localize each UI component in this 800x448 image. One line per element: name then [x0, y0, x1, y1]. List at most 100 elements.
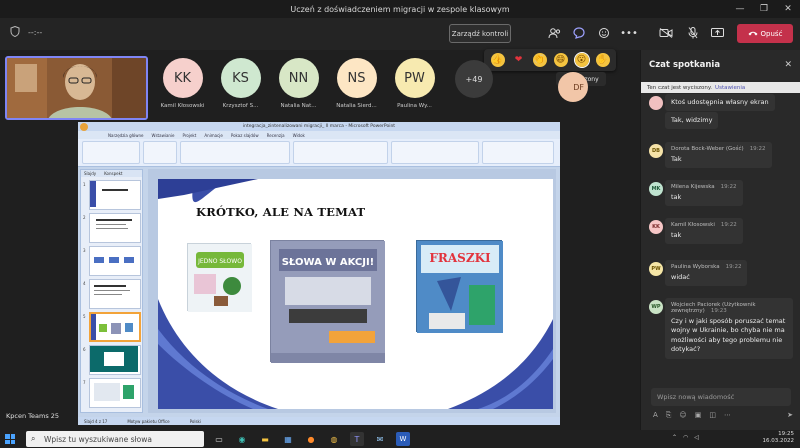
reaction-heart-icon[interactable]: ❤ [512, 53, 526, 67]
sender-name: Kamil Kłosowski [671, 222, 715, 228]
thumb-number: 4 [83, 281, 86, 286]
leave-label: Opuść [760, 29, 783, 38]
chevron-up-icon[interactable]: ⌃ [672, 434, 677, 441]
self-video-tile[interactable] [5, 56, 148, 120]
book-cover-fraszki: FRASZKI [416, 240, 503, 333]
participant-tile[interactable]: KK Kamil Kłosowski [160, 58, 205, 118]
gif-icon[interactable]: ▣ [695, 411, 702, 420]
network-icon[interactable]: ◠ [683, 434, 688, 441]
window-titlebar: Uczeń z doświadczeniem migracji w zespol… [0, 0, 800, 18]
message-text: Tak, widzimy [671, 116, 713, 124]
format-icon[interactable]: A [653, 411, 658, 420]
participant-name: Kamil Kłosowski [160, 103, 205, 109]
ppt-window-title: integracja_zintenalizowani migracji_ II … [242, 124, 396, 129]
minimize-button[interactable]: — [728, 0, 752, 18]
shared-screen: integracja_zintenalizowani migracji_ II … [78, 122, 560, 425]
close-chat-icon[interactable]: ✕ [784, 60, 792, 70]
thumb-number: 1 [83, 182, 86, 187]
participant-tile[interactable]: NN Natalia Nat... [276, 58, 321, 118]
slide-thumbnail [89, 378, 141, 408]
ribbon-group-drawing [391, 141, 479, 164]
message-compose-input[interactable]: Wpisz nową wiadomość [651, 388, 791, 406]
file-explorer-icon[interactable]: ▬ [258, 432, 272, 446]
book1-title-text: JEDNO SŁOWO [197, 258, 242, 265]
manage-controls-button[interactable]: Zarządź kontroli [449, 24, 511, 43]
chat-icon[interactable] [571, 25, 587, 41]
word-icon[interactable]: W [396, 432, 410, 446]
presenter-label: Kpcen Teams 25 [6, 412, 60, 420]
message-text: tak [671, 231, 682, 239]
participant-strip: KK Kamil Kłosowski KS Krzysztof S... NN … [160, 58, 437, 118]
windows-taskbar: ⌕ Wpisz tu wyszukiwane słowa ▭ ◉ ▬ ▦ ● ◍… [0, 430, 800, 448]
phone-hangup-icon [748, 30, 758, 38]
message-text: widać [671, 273, 690, 281]
avatar: PW [394, 58, 435, 98]
participant-name: Krzysztof S... [222, 103, 259, 109]
more-icon[interactable]: ⋯ [724, 411, 731, 420]
participant-tile[interactable]: NS Natalia Sierd... [334, 58, 379, 118]
participant-tile[interactable]: PW Paulina Wy... [392, 58, 437, 118]
maximize-button[interactable]: ❐ [752, 0, 776, 18]
ppt-status-language: Polski [189, 418, 201, 424]
volume-icon[interactable]: ◁ [694, 434, 699, 441]
message-text: Ktoś udostępnia własny ekran [671, 98, 769, 106]
sender-name: Dorota Bock-Weber (Gość) [671, 146, 744, 152]
ppt-titlebar: integracja_zintenalizowani migracji_ II … [78, 122, 560, 131]
raise-hand-icon[interactable]: ✋ [595, 53, 610, 67]
ribbon-group-slides [143, 141, 177, 164]
chat-muted-banner: Ten czat jest wyciszony. Ustawienia [641, 82, 800, 93]
close-window-button[interactable]: ✕ [776, 0, 800, 18]
attach-icon[interactable]: ⎘ [666, 411, 672, 420]
slide-thumbnail [89, 345, 141, 375]
task-view-icon[interactable]: ▭ [212, 432, 226, 446]
meeting-toolbar: --:-- Zarządź kontroli ••• Opuść [0, 18, 800, 50]
ppt-tab: Animacje [204, 132, 223, 138]
reaction-applause-icon[interactable]: 👏 [532, 53, 547, 67]
message-time: 19:23 [710, 308, 727, 314]
mail-icon[interactable]: ✉ [373, 432, 387, 446]
clock[interactable]: 19:25 16.03.2022 [763, 431, 795, 445]
reactions-icon[interactable] [596, 25, 612, 41]
thumb-tab-slides: Slajdy [84, 171, 97, 176]
ribbon-group-clipboard [82, 141, 140, 164]
ppt-tab: Narzędzia główne [108, 132, 144, 138]
more-participants-button[interactable]: +49 [455, 60, 493, 98]
chrome-icon[interactable]: ◍ [327, 432, 341, 446]
sticker-icon[interactable]: ◫ [709, 411, 716, 420]
message-bubble: Wojciech Paciorek (Użytkownik zewnętrzny… [665, 298, 793, 359]
share-screen-icon[interactable] [709, 25, 725, 41]
windows-start-icon[interactable] [5, 434, 15, 444]
taskbar-search-input[interactable]: ⌕ Wpisz tu wyszukiwane słowa [26, 431, 204, 447]
ppt-tab: Pokaz slajdów [230, 132, 259, 138]
more-options-icon[interactable]: ••• [620, 25, 638, 41]
participants-icon[interactable] [546, 25, 562, 41]
emoji-icon[interactable]: ☺ [679, 411, 686, 420]
reaction-laugh-icon[interactable]: 😄 [553, 53, 568, 67]
camera-icon[interactable] [658, 25, 674, 41]
microphone-icon[interactable] [685, 25, 701, 41]
chat-title: Czat spotkania [649, 60, 721, 70]
avatar[interactable]: DF [558, 72, 588, 102]
book-cover-slowa-w-akcji: SŁOWA W AKCJI! [270, 240, 385, 363]
firefox-icon[interactable]: ● [304, 432, 318, 446]
leave-meeting-button[interactable]: Opuść [737, 24, 793, 43]
avatar: DB [649, 144, 663, 158]
reaction-surprised-icon[interactable]: 😮 [573, 52, 590, 68]
avatar [649, 96, 663, 110]
message-text: Tak [671, 155, 682, 163]
teams-icon[interactable]: T [350, 432, 364, 446]
window-title: Uczeń z doświadczeniem migracji w zespol… [290, 4, 510, 14]
store-icon[interactable]: ▦ [281, 432, 295, 446]
message-time: 19:22 [720, 222, 737, 228]
reaction-like-icon[interactable]: 👍 [490, 53, 505, 67]
reactions-popup: 👍 ❤ 👏 😄 😮 ✋ [484, 49, 616, 71]
taskbar-apps: ▭ ◉ ▬ ▦ ● ◍ T ✉ W [212, 432, 410, 446]
send-icon[interactable]: ➤ [787, 411, 793, 420]
clock-time: 19:25 [778, 431, 794, 437]
ribbon-group-paragraph [293, 141, 388, 164]
participant-tile[interactable]: KS Krzysztof S... [218, 58, 263, 118]
message-time: 19:22 [720, 184, 737, 190]
settings-link[interactable]: Ustawienia [715, 85, 745, 91]
edge-icon[interactable]: ◉ [235, 432, 249, 446]
shield-icon[interactable] [10, 25, 20, 39]
